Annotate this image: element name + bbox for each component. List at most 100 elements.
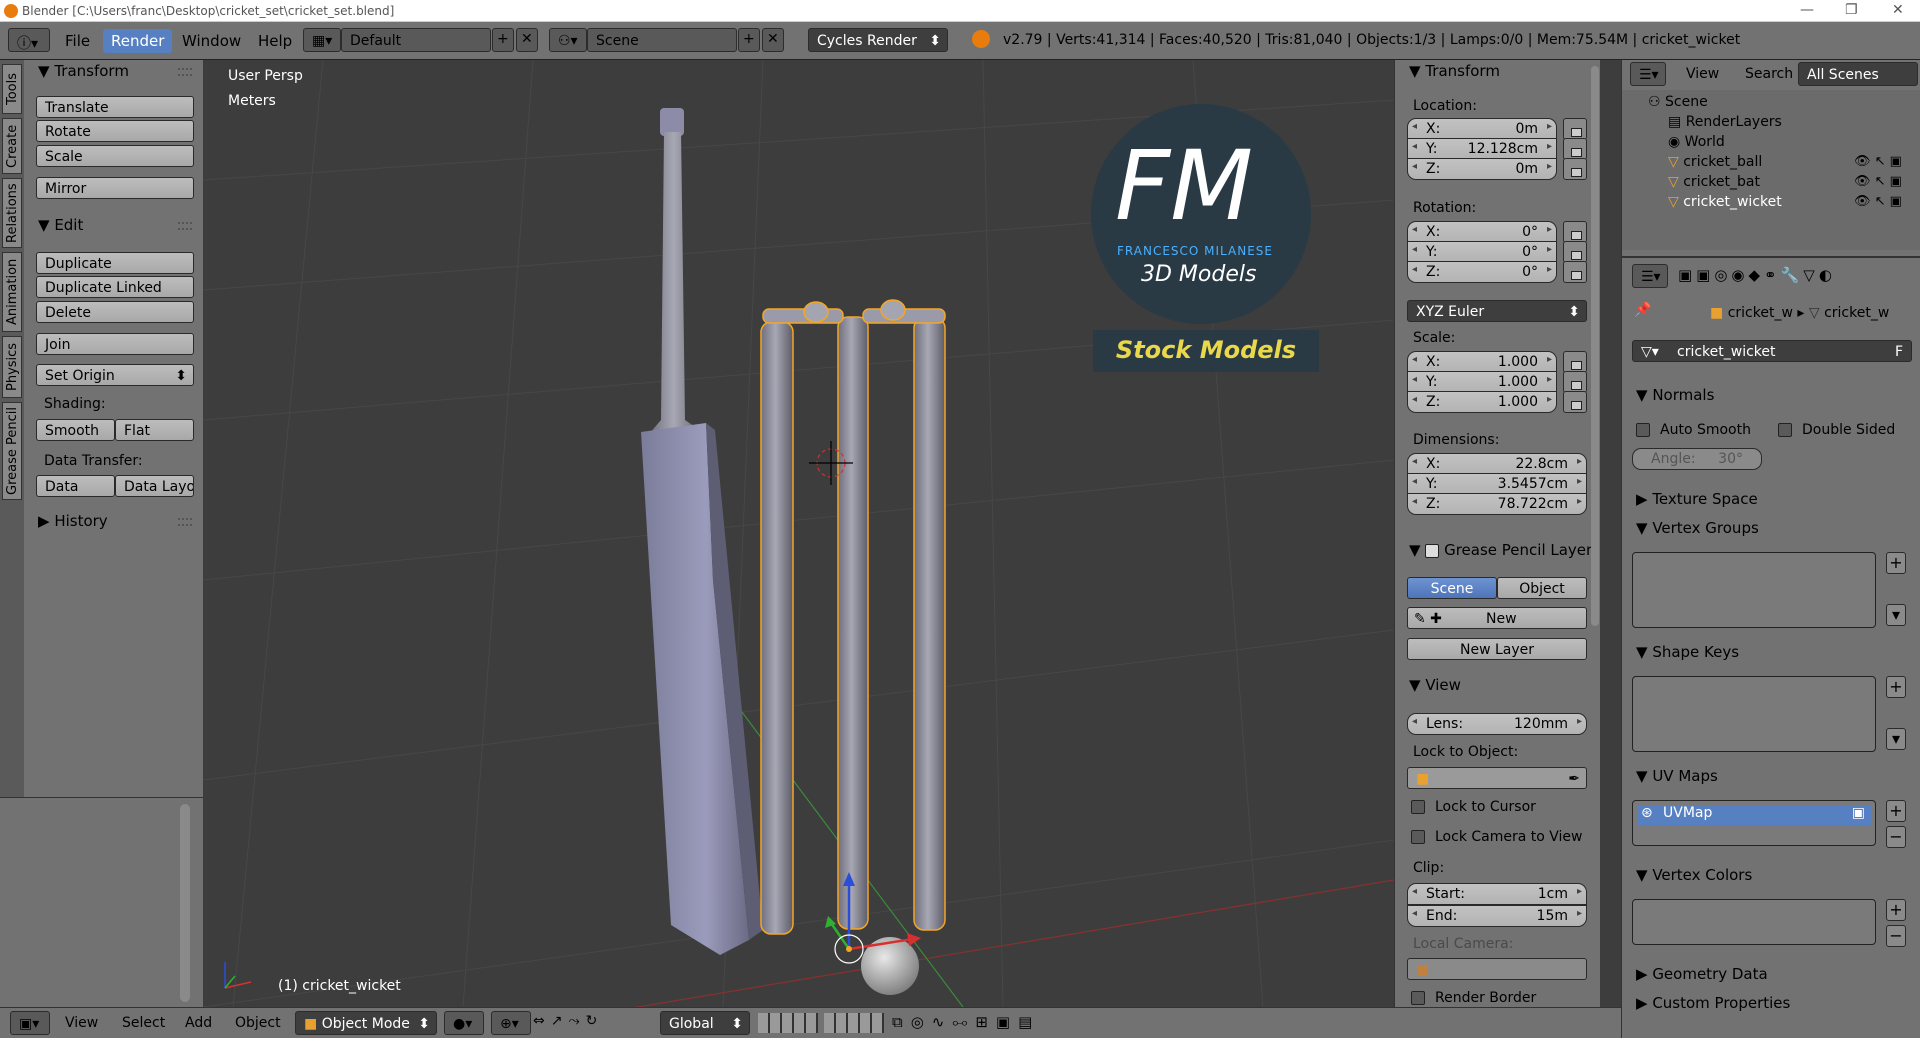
camera-render-icon[interactable]: ▣ [1852,805,1865,821]
visibility-eye-icon[interactable]: 👁 ↖ ▣ [1854,194,1902,209]
data-transfer-button[interactable]: Data [36,475,115,497]
outliner-item-renderlayers[interactable]: ▤ RenderLayers [1668,114,1782,130]
duplicate-button[interactable]: Duplicate [36,252,194,274]
lock-icon[interactable] [1563,371,1587,393]
shape-keys-list[interactable] [1632,676,1876,752]
menu-file[interactable]: File [65,32,90,50]
add-vertex-group-button[interactable]: + [1886,552,1906,574]
gp-new-layer-button[interactable]: New Layer [1407,638,1587,660]
flat-button[interactable]: Flat [115,419,194,441]
eyedropper-icon[interactable]: ✒ [1568,771,1580,787]
layout-selector-icon[interactable]: ▦▾ [303,28,341,52]
lock-icon[interactable] [1563,118,1587,140]
geometry-data-panel-header[interactable]: ▶ Geometry Data [1636,965,1768,983]
loc-y-field[interactable]: ◂ Y: 12.128cm ▸ [1407,138,1557,160]
3d-viewport[interactable]: User Persp Meters (1) cricket_wicket FM … [203,60,1394,1007]
panel-grip-icon[interactable] [178,68,192,76]
tab-create[interactable]: Create [2,118,22,174]
custom-properties-panel-header[interactable]: ▶ Custom Properties [1636,994,1790,1012]
outliner-item-cricket-wicket[interactable]: ▽ cricket_wicket [1668,194,1782,210]
menu-add[interactable]: Add [185,1015,212,1031]
lens-field[interactable]: ◂ Lens: 120mm ▸ [1407,713,1587,735]
loc-x-field[interactable]: ◂ X: 0m ▸ [1407,118,1557,140]
lock-icon[interactable] [1563,241,1587,263]
add-uv-map-button[interactable]: + [1886,800,1906,822]
gp-enable-checkbox[interactable] [1425,543,1440,558]
tab-animation[interactable]: Animation [2,252,22,332]
remove-layout-icon[interactable]: ✕ [516,28,538,52]
add-shape-key-button[interactable]: + [1886,676,1906,698]
snap-render-icons[interactable]: ⧉◎∿⧟⊞▣▤ [892,1013,1040,1031]
outliner-item-cricket-bat[interactable]: ▽ cricket_bat [1668,174,1760,190]
lock-icon[interactable] [1563,391,1587,413]
grease-pencil-layers-header[interactable]: ▼ Grease Pencil Layer [1409,541,1592,559]
editor-type-info-icon[interactable]: ⓘ▾ [8,28,50,52]
mirror-button[interactable]: Mirror [36,177,194,199]
transform-orientation-select[interactable]: Global ⬍ [660,1011,750,1035]
local-camera-field[interactable]: ■ [1407,958,1587,980]
scale-button[interactable]: Scale [36,145,194,167]
uv-maps-list[interactable]: ⊛ UVMap ▣ [1632,800,1876,846]
uvmap-item[interactable]: ⊛ UVMap ▣ [1637,805,1871,825]
outliner-menu-search[interactable]: Search [1745,66,1793,82]
uv-maps-panel-header[interactable]: ▼ UV Maps [1636,767,1718,785]
duplicate-linked-button[interactable]: Duplicate Linked [36,276,194,298]
scale-z-field[interactable]: ◂ Z: 1.000 ▸ [1407,391,1557,413]
lock-camera-checkbox[interactable] [1411,830,1425,844]
mode-select[interactable]: ■ Object Mode ⬍ [295,1011,437,1035]
manipulator-icons[interactable]: ⇔↗⤳↻ [533,1013,603,1029]
menu-window[interactable]: Window [182,32,241,50]
view-panel-header[interactable]: ▼ View [1409,676,1461,694]
shape-keys-panel-header[interactable]: ▼ Shape Keys [1636,643,1739,661]
tab-grease-pencil[interactable]: Grease Pencil [2,402,22,500]
menu-object[interactable]: Object [235,1015,281,1031]
outliner-menu-view[interactable]: View [1686,66,1719,82]
pivot-point-icon[interactable]: ⊕▾ [491,1011,531,1035]
lock-icon[interactable] [1563,138,1587,160]
gp-scene-button[interactable]: Scene [1407,577,1497,599]
vertex-groups-panel-header[interactable]: ▼ Vertex Groups [1636,519,1759,537]
vertex-colors-list[interactable] [1632,899,1876,945]
rot-z-field[interactable]: ◂ Z: 0° ▸ [1407,261,1557,283]
render-engine-select[interactable]: Cycles Render ⬍ [808,28,948,52]
rotate-button[interactable]: Rotate [36,120,194,142]
pin-icon[interactable]: 📌 [1634,302,1651,318]
layer-buttons-2[interactable] [824,1013,884,1033]
add-layout-icon[interactable]: + [492,28,514,52]
lock-icon[interactable] [1563,351,1587,373]
rot-y-field[interactable]: ◂ Y: 0° ▸ [1407,241,1557,263]
join-button[interactable]: Join [36,333,194,355]
vertex-colors-panel-header[interactable]: ▼ Vertex Colors [1636,866,1752,884]
clip-start-field[interactable]: ◂ Start: 1cm ▸ [1407,883,1587,905]
delete-button[interactable]: Delete [36,301,194,323]
lock-icon[interactable] [1563,261,1587,283]
scene-selector-icon[interactable]: ⚇▾ [549,28,587,52]
visibility-eye-icon[interactable]: 👁 ↖ ▣ [1854,174,1902,189]
remove-uv-map-button[interactable]: − [1886,826,1906,848]
visibility-eye-icon[interactable]: 👁 ↖ ▣ [1854,154,1902,169]
dim-z-field[interactable]: ◂ Z: 78.722cm ▸ [1407,493,1587,515]
viewport-shading-icon[interactable]: ●▾ [444,1011,484,1035]
lock-object-field[interactable]: ■ ✒ [1407,767,1587,789]
auto-smooth-angle-field[interactable]: Angle: 30° [1632,448,1762,470]
properties-editor-type-icon[interactable]: ☰▾ [1632,264,1668,288]
tab-tools[interactable]: Tools [2,64,22,114]
gp-object-button[interactable]: Object [1497,577,1587,599]
edit-panel-header[interactable]: ▼ Edit [38,216,83,234]
menu-view[interactable]: View [65,1015,98,1031]
set-origin-select[interactable]: Set Origin ⬍ [36,364,194,386]
shape-key-specials-button[interactable]: ▾ [1886,728,1906,750]
rot-x-field[interactable]: ◂ X: 0° ▸ [1407,221,1557,243]
data-layout-button[interactable]: Data Layo [115,475,194,497]
dim-y-field[interactable]: ◂ Y: 3.5457cm ▸ [1407,473,1587,495]
rotation-mode-select[interactable]: XYZ Euler ⬍ [1407,300,1587,322]
minimize-icon[interactable]: — [1800,2,1814,18]
outliner-item-scene[interactable]: ⚇ Scene [1648,94,1708,110]
viewport-editor-type-icon[interactable]: ▣▾ [10,1011,50,1035]
layer-buttons-1[interactable] [758,1013,818,1033]
loc-z-field[interactable]: ◂ Z: 0m ▸ [1407,158,1557,180]
fake-user-button[interactable]: F [1895,344,1903,360]
history-panel-header[interactable]: ▶ History [38,512,108,530]
outliner-editor-type-icon[interactable]: ☰▾ [1630,62,1666,86]
panel-grip-icon[interactable] [178,222,192,230]
